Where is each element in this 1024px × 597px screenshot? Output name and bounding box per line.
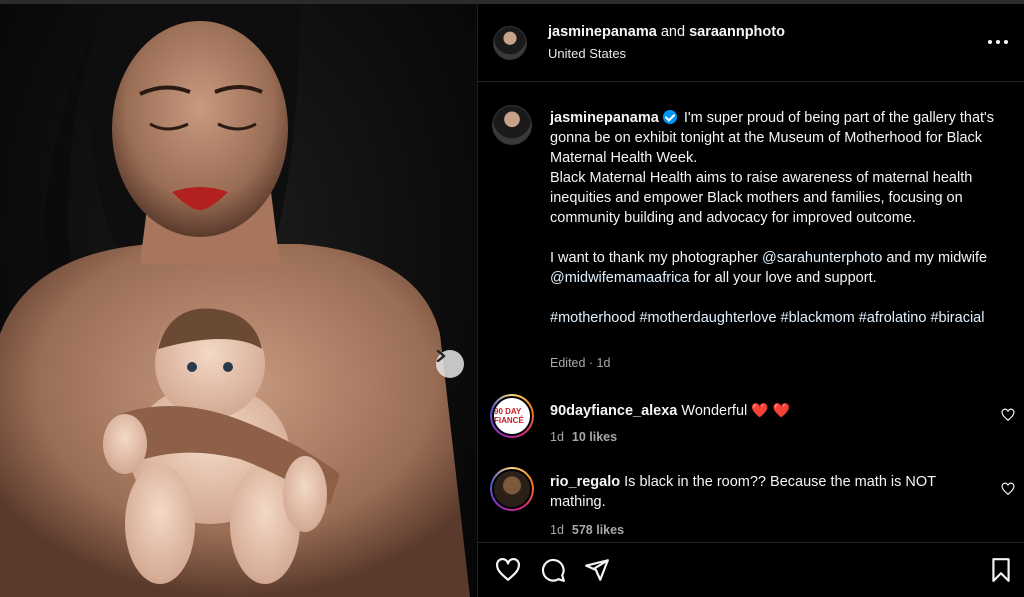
caption-thanks-suffix: for all your love and support. — [693, 270, 877, 286]
post-header: jasminepanama and saraannphoto United St… — [478, 4, 1024, 82]
like-comment-heart-icon[interactable] — [1001, 408, 1015, 422]
avatar-photo — [492, 469, 532, 509]
avatar-logo: 90 DAY FIANCÉ — [492, 396, 532, 436]
photo-illustration — [0, 4, 470, 597]
comment-body: Wonderful — [681, 403, 748, 419]
comment-avatar[interactable]: 90 DAY FIANCÉ — [490, 394, 534, 438]
next-photo-button[interactable] — [436, 350, 464, 378]
post-photo[interactable] — [0, 4, 477, 597]
author-avatar[interactable] — [493, 26, 527, 60]
coauthor-username[interactable]: saraannphoto — [689, 24, 785, 40]
share-icon[interactable] — [584, 557, 610, 583]
comment-text: rio_regalo Is black in the room?? Becaus… — [550, 472, 980, 512]
author-username[interactable]: jasminepanama — [548, 24, 657, 40]
post-caption: jasminepanama I'm super proud of being p… — [550, 108, 1010, 328]
post-actions-bar — [478, 542, 1024, 597]
caption-author-avatar[interactable] — [492, 105, 532, 145]
author-conjunction: and — [660, 24, 686, 40]
caption-hashtags[interactable]: #motherhood #motherdaughterlove #blackmo… — [550, 308, 1010, 328]
comment-meta: 1d 10 likes — [550, 430, 617, 444]
comment-likes[interactable]: 578 likes — [572, 523, 624, 537]
caption-line-2: Black Maternal Health aims to raise awar… — [550, 170, 973, 226]
like-comment-heart-icon[interactable] — [1001, 482, 1015, 496]
more-dot-icon — [988, 40, 992, 44]
comment-emoji: ❤️ ❤️ — [751, 402, 791, 418]
comment-username[interactable]: rio_regalo — [550, 474, 620, 490]
more-dot-icon — [1004, 40, 1008, 44]
comment-username[interactable]: 90dayfiance_alexa — [550, 403, 677, 419]
more-dot-icon — [996, 40, 1000, 44]
post-authors: jasminepanama and saraannphoto — [548, 24, 785, 40]
caption-thanks-mid: and my midwife — [886, 250, 988, 266]
more-options-button[interactable] — [988, 40, 1008, 46]
edited-timestamp: Edited · 1d — [550, 356, 611, 370]
caption-thanks-prefix: I want to thank my photographer — [550, 250, 758, 266]
post-details-panel: jasminepanama and saraannphoto United St… — [477, 4, 1024, 597]
photographer-mention-link[interactable]: @sarahunterphoto — [762, 250, 882, 266]
comment-text: 90dayfiance_alexa Wonderful ❤️ ❤️ — [550, 400, 970, 421]
chevron-right-icon — [436, 350, 446, 362]
caption-username[interactable]: jasminepanama — [550, 110, 659, 126]
verified-badge-icon — [662, 110, 677, 124]
comment-meta: 1d 578 likes — [550, 523, 624, 537]
midwife-mention-link[interactable]: @midwifemamaafrica — [550, 270, 690, 286]
comment-likes[interactable]: 10 likes — [572, 430, 617, 444]
post-location[interactable]: United States — [548, 46, 626, 61]
comment-age: 1d — [550, 523, 564, 537]
bookmark-icon[interactable] — [988, 557, 1014, 583]
comment-age: 1d — [550, 430, 564, 444]
comment-icon[interactable] — [540, 557, 566, 583]
comment-avatar[interactable] — [490, 467, 534, 511]
heart-icon[interactable] — [495, 557, 521, 583]
